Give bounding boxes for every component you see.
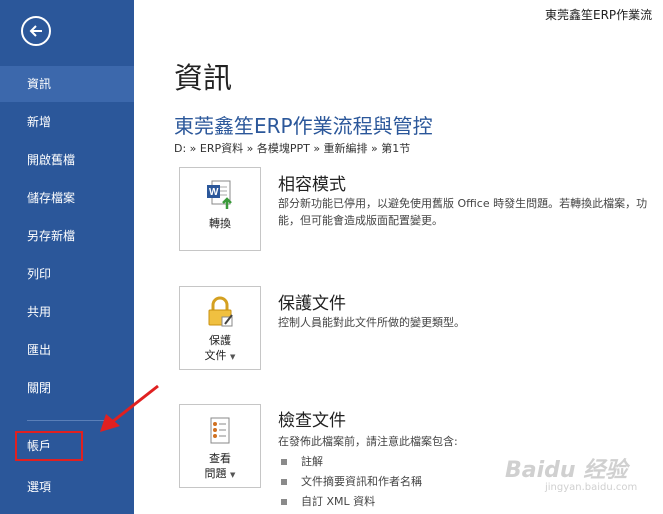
section-title-protect: 保護文件 (278, 294, 346, 314)
convert-button[interactable]: W 轉換 (179, 167, 261, 251)
bullet-icon (281, 459, 287, 465)
window-title: 東莞鑫笙ERP作業流 (545, 8, 653, 22)
protect-button-label-2: 文件 (204, 349, 227, 362)
bullet-icon (281, 499, 287, 505)
list-item: 自訂 XML 資料 (281, 493, 375, 509)
checklist-icon (210, 417, 230, 444)
list-item: 註解 (281, 453, 323, 469)
protect-document-button[interactable]: 保護 文件 ▼ (179, 286, 261, 370)
dropdown-caret-icon: ▼ (230, 471, 236, 479)
dropdown-caret-icon: ▼ (230, 353, 236, 361)
section-desc-protect: 控制人員能對此文件所做的變更類型。 (278, 316, 465, 329)
convert-button-label: 轉換 (209, 217, 231, 230)
section-desc-inspect: 在發佈此檔案前，請注意此檔案包含: (278, 435, 458, 448)
check-button-label-1: 查看 (209, 452, 231, 465)
page-title: 資訊 (174, 61, 233, 95)
list-item: 文件摘要資訊和作者名稱 (281, 473, 422, 489)
word-convert-icon: W (207, 180, 232, 209)
watermark: Baidu 经验 (505, 458, 628, 483)
lock-icon (208, 296, 233, 327)
watermark-url: jingyan.baidu.com (545, 482, 638, 493)
file-path-breadcrumb[interactable]: D: » ERP資料 » 各模塊PPT » 重新編排 » 第1节 (174, 140, 410, 156)
check-issues-button[interactable]: 查看 問題 ▼ (179, 404, 261, 488)
file-name: 東莞鑫笙ERP作業流程與管控 (174, 114, 433, 138)
svg-text:W: W (209, 187, 219, 198)
bullet-icon (281, 479, 287, 485)
section-title-compat: 相容模式 (278, 175, 346, 195)
section-desc-compat: 部分新功能已停用，以避免使用舊版 Office 時發生問題。若轉換此檔案，功能，… (278, 197, 648, 227)
check-button-label-2: 問題 (204, 467, 227, 480)
protect-button-label-1: 保護 (209, 334, 231, 347)
section-title-inspect: 檢查文件 (278, 411, 346, 431)
